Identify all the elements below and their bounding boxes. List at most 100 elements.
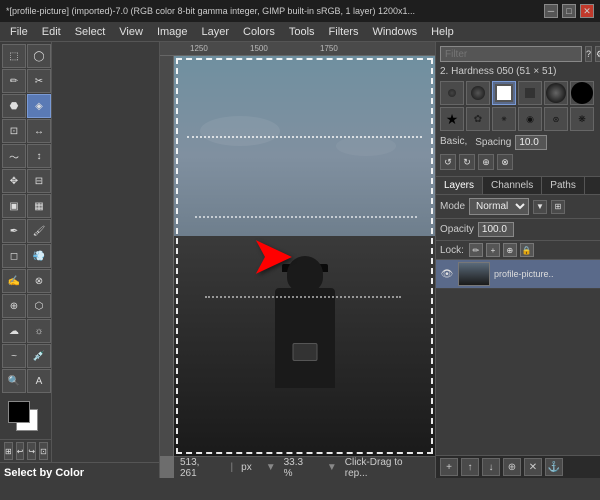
tool-ellipse-select[interactable]: ◯	[27, 44, 51, 68]
menu-colors[interactable]: Colors	[237, 24, 281, 40]
tool-move[interactable]: ✥	[2, 169, 26, 193]
tool-free-select[interactable]: ✏	[2, 69, 26, 93]
layer-item-1[interactable]: 👁 profile-picture..	[436, 260, 600, 289]
tab-layers[interactable]: Layers	[436, 177, 483, 194]
menu-help[interactable]: Help	[425, 24, 460, 40]
tool-zoom[interactable]: 🔍	[2, 369, 26, 393]
brush-item-5[interactable]	[544, 81, 568, 105]
tool-select-by-color[interactable]: ◈	[27, 94, 51, 118]
tool-perspective[interactable]: ⬡	[27, 294, 51, 318]
tool-heal[interactable]: ⊗	[27, 269, 51, 293]
menu-filters[interactable]: Filters	[323, 24, 365, 40]
opacity-input[interactable]	[478, 222, 514, 237]
tool-blend[interactable]: ▦	[27, 194, 51, 218]
red-arrow: ➤	[252, 228, 292, 284]
brush-item-6[interactable]	[570, 81, 594, 105]
layers-panel: Layers Channels Paths Mode Normal Multip…	[436, 177, 600, 478]
layer-mode-select[interactable]: Normal Multiply Screen	[469, 198, 529, 215]
tool-airbrush[interactable]: 💨	[27, 244, 51, 268]
layer-duplicate-button[interactable]: ⊕	[503, 458, 521, 476]
lock-alpha-icon[interactable]: +	[486, 243, 500, 257]
tool-warp[interactable]: 〜	[2, 144, 26, 168]
foreground-background-colors	[0, 395, 51, 439]
brush-item-2[interactable]	[466, 81, 490, 105]
redo-icon[interactable]: ↪	[27, 442, 36, 460]
brush-filter-input[interactable]	[440, 46, 582, 62]
tool-clone[interactable]: ⊕	[2, 294, 26, 318]
layers-list: 👁 profile-picture..	[436, 260, 600, 455]
tool-scissors[interactable]: ✂	[27, 69, 51, 93]
tool-transform[interactable]: ↔	[27, 119, 51, 143]
menu-select[interactable]: Select	[69, 24, 112, 40]
layer-raise-button[interactable]: ↑	[461, 458, 479, 476]
layer-delete-button[interactable]: ✕	[524, 458, 542, 476]
tool-smudge[interactable]: ~	[2, 344, 26, 368]
brush-item-9[interactable]: ⁕	[492, 107, 516, 131]
layer-anchor-button[interactable]: ⚓	[545, 458, 563, 476]
tab-channels[interactable]: Channels	[483, 177, 542, 194]
tab-paths[interactable]: Paths	[542, 177, 585, 194]
zoom-fit-icon[interactable]: ⊡	[39, 442, 48, 460]
menu-edit[interactable]: Edit	[36, 24, 67, 40]
tool-crop[interactable]: ⊡	[2, 119, 26, 143]
brush-action-1[interactable]: ↺	[440, 154, 456, 170]
menu-file[interactable]: File	[4, 24, 34, 40]
person-camera	[292, 343, 317, 361]
tool-paintbrush[interactable]: 🖌	[27, 219, 51, 243]
brush-item-1[interactable]	[440, 81, 464, 105]
menu-image[interactable]: Image	[151, 24, 194, 40]
tool-pencil[interactable]: ✒	[2, 219, 26, 243]
brush-action-3[interactable]: ⊕	[478, 154, 494, 170]
undo-icon[interactable]: ↩	[16, 442, 25, 460]
brush-action-2[interactable]: ↻	[459, 154, 475, 170]
spacing-label: Spacing	[475, 137, 511, 148]
brush-item-3[interactable]	[492, 81, 516, 105]
tool-eraser[interactable]: ◻	[2, 244, 26, 268]
tool-text[interactable]: A	[27, 369, 51, 393]
maximize-button[interactable]: □	[562, 4, 576, 18]
lock-all-icon[interactable]: 🔒	[520, 243, 534, 257]
close-button[interactable]: ✕	[580, 4, 594, 18]
lock-position-icon[interactable]: ⊕	[503, 243, 517, 257]
menu-tools[interactable]: Tools	[283, 24, 321, 40]
tool-bucket[interactable]: ▣	[2, 194, 26, 218]
canvas-content[interactable]: ➤	[174, 56, 435, 456]
brush-help-icon[interactable]: ?	[585, 46, 592, 62]
right-panel: ? ⚙ 2. Hardness 050 (51 × 51) ★ ✿ ⁕ ◉ ⊛	[435, 42, 600, 478]
brush-item-4[interactable]	[518, 81, 542, 105]
tool-bottom-icons: ⊞ ↩ ↪ ⊡	[0, 439, 51, 462]
layer-mode-arrow[interactable]: ▼	[533, 200, 547, 214]
minimize-button[interactable]: ─	[544, 4, 558, 18]
brush-item-10[interactable]: ◉	[518, 107, 542, 131]
tool-color-picker[interactable]: 💉	[27, 344, 51, 368]
tool-align[interactable]: ⊟	[27, 169, 51, 193]
panel-tabs: Layers Channels Paths	[436, 177, 600, 195]
layer-opacity-row: Opacity	[436, 219, 600, 241]
foreground-color-swatch[interactable]	[8, 401, 30, 423]
tool-dodge[interactable]: ☼	[27, 319, 51, 343]
brush-item-11[interactable]: ⊛	[544, 107, 568, 131]
tool-rect-select[interactable]: ⬚	[2, 44, 26, 68]
brush-item-8[interactable]: ✿	[466, 107, 490, 131]
tool-ink[interactable]: ✍	[2, 269, 26, 293]
brush-item-12[interactable]: ❋	[570, 107, 594, 131]
brush-settings-icon[interactable]: ⚙	[595, 46, 600, 62]
hint-text: Click-Drag to rep...	[345, 457, 423, 479]
lock-pixels-icon[interactable]: ✏	[469, 243, 483, 257]
layer-add-button[interactable]: +	[440, 458, 458, 476]
layer-lower-button[interactable]: ↓	[482, 458, 500, 476]
layer-visibility-toggle[interactable]: 👁	[440, 267, 454, 281]
tool-fuzzy-select[interactable]: ⬣	[2, 94, 26, 118]
brush-item-7[interactable]: ★	[440, 107, 464, 131]
menu-windows[interactable]: Windows	[366, 24, 423, 40]
new-image-icon[interactable]: ⊞	[4, 442, 13, 460]
menu-view[interactable]: View	[113, 24, 149, 40]
layers-bottom-controls: + ↑ ↓ ⊕ ✕ ⚓	[436, 455, 600, 478]
layer-mode-extra[interactable]: ⊞	[551, 200, 565, 214]
canvas-area: 1250 1500 1750	[160, 42, 435, 478]
tool-blur[interactable]: ☁	[2, 319, 26, 343]
brush-action-4[interactable]: ⊗	[497, 154, 513, 170]
menu-layer[interactable]: Layer	[196, 24, 236, 40]
tool-measure[interactable]: ↕	[27, 144, 51, 168]
spacing-input[interactable]	[515, 135, 547, 150]
